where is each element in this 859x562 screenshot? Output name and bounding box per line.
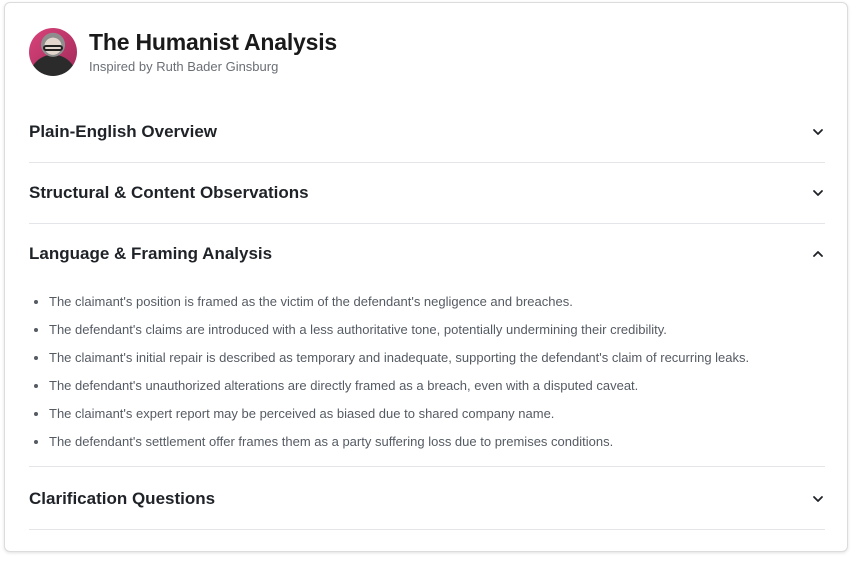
divider — [29, 529, 825, 530]
avatar — [29, 28, 77, 76]
chevron-down-icon[interactable] — [811, 186, 825, 200]
page-title: The Humanist Analysis — [89, 29, 338, 55]
list-item: The defendant's settlement offer frames … — [34, 428, 825, 456]
section-title: Language & Framing Analysis — [29, 244, 273, 263]
section-clarification-questions: Clarification Questions — [29, 469, 825, 530]
list-item: The claimant's initial repair is describ… — [34, 344, 825, 372]
section-title: Structural & Content Observations — [29, 183, 309, 202]
section-title: Plain-English Overview — [29, 122, 218, 141]
header-text: The Humanist Analysis Inspired by Ruth B… — [89, 28, 337, 76]
list-item: The claimant's position is framed as the… — [34, 288, 825, 316]
chevron-down-icon[interactable] — [811, 125, 825, 139]
section-toggle-structural-content-observations[interactable]: Structural & Content Observations — [29, 163, 825, 223]
section-content: The claimant's position is framed as the… — [29, 284, 825, 466]
section-toggle-language-framing-analysis[interactable]: Language & Framing Analysis — [29, 224, 825, 284]
list-item: The claimant's expert report may be perc… — [34, 400, 825, 428]
section-language-framing-analysis: Language & Framing Analysis The claimant… — [29, 224, 825, 467]
avatar-glasses — [43, 45, 63, 51]
list-item: The defendant's unauthorized alterations… — [34, 372, 825, 400]
page-subtitle: Inspired by Ruth Bader Ginsburg — [89, 59, 279, 74]
chevron-down-icon[interactable] — [811, 492, 825, 506]
framing-analysis-list: The claimant's position is framed as the… — [29, 288, 825, 456]
section-structural-content-observations: Structural & Content Observations — [29, 163, 825, 224]
section-title: Clarification Questions — [29, 489, 216, 508]
section-plain-english-overview: Plain-English Overview — [29, 102, 825, 163]
divider — [29, 466, 825, 467]
list-item: The defendant's claims are introduced wi… — [34, 316, 825, 344]
card-header: The Humanist Analysis Inspired by Ruth B… — [29, 28, 337, 76]
analysis-card: The Humanist Analysis Inspired by Ruth B… — [4, 2, 848, 552]
chevron-up-icon[interactable] — [811, 247, 825, 261]
section-toggle-plain-english-overview[interactable]: Plain-English Overview — [29, 102, 825, 162]
section-toggle-clarification-questions[interactable]: Clarification Questions — [29, 469, 825, 529]
